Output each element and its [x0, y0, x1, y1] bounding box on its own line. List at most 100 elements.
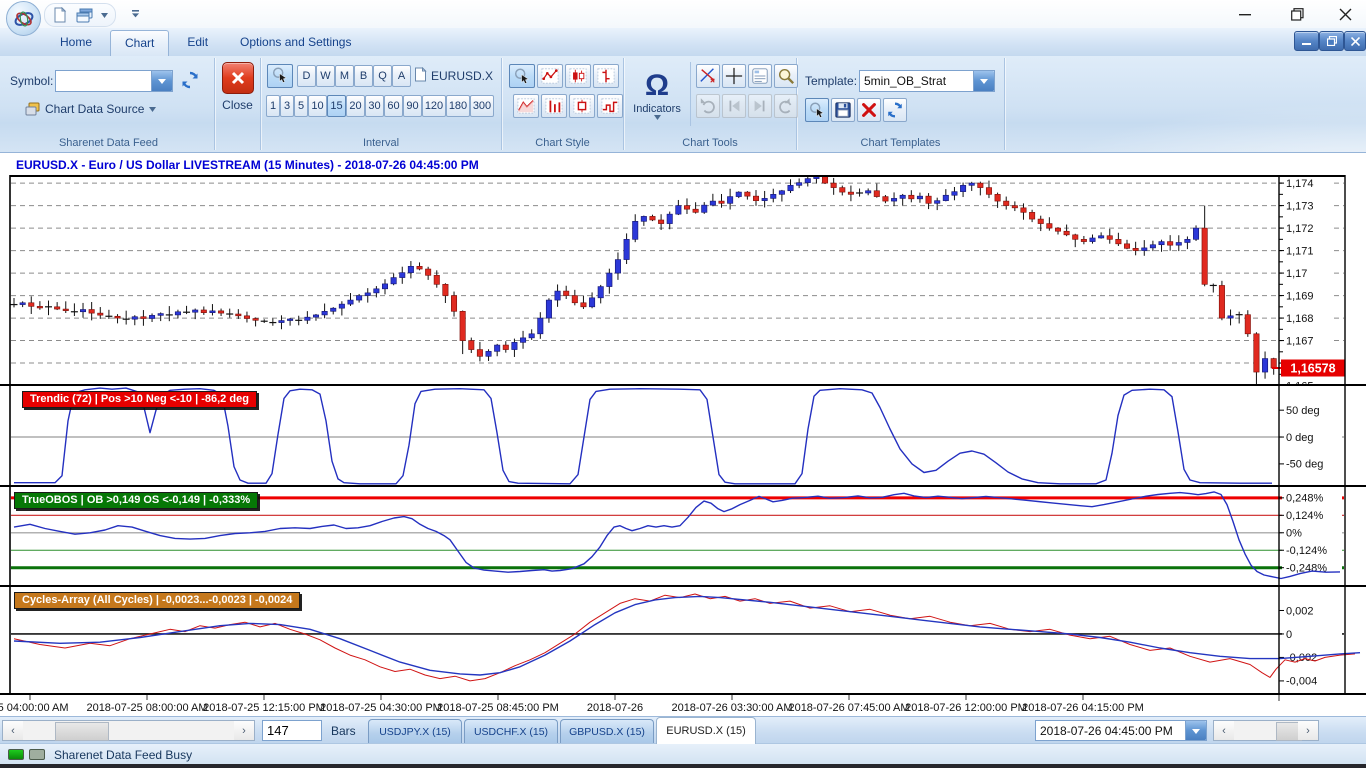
- app-logo-icon[interactable]: [6, 1, 41, 36]
- interval-button-5[interactable]: 5: [294, 95, 308, 117]
- interval-button-120[interactable]: 120: [422, 95, 446, 117]
- template-dropdown-button[interactable]: [973, 71, 994, 91]
- ribbon: Symbol: Chart Data Source Sharenet Data …: [0, 56, 1366, 153]
- period-button-Q[interactable]: Q: [373, 65, 392, 87]
- group-label: Chart Templates: [797, 137, 1004, 149]
- svg-text:0%: 0%: [1286, 528, 1302, 540]
- group-chart-tools: Ω Indicators Chart Tools: [624, 58, 797, 150]
- data-window-icon[interactable]: [748, 64, 772, 88]
- interval-button-15[interactable]: 15: [327, 95, 346, 117]
- pointer-zoom-icon[interactable]: [805, 98, 829, 122]
- zoom-icon[interactable]: [774, 64, 798, 88]
- window-bottom-edge: [0, 764, 1366, 768]
- chevron-down-icon[interactable]: [99, 6, 109, 24]
- interval-button-60[interactable]: 60: [384, 95, 403, 117]
- ribbon-tab-edit[interactable]: Edit: [173, 30, 222, 56]
- datetime-combobox[interactable]: 2018-07-26 04:45:00 PM: [1035, 720, 1207, 741]
- window-close-button[interactable]: [1328, 4, 1362, 24]
- x-axis-label: 25 04:00:00 AM: [0, 702, 69, 714]
- period-button-A[interactable]: A: [392, 65, 411, 87]
- secondary-scrollbar[interactable]: ‹ ›: [1213, 720, 1319, 741]
- svg-text:1,17: 1,17: [1286, 268, 1307, 280]
- trendic-label[interactable]: Trendic (72) | Pos >10 Neg <-10 | -86,2 …: [22, 391, 257, 408]
- datetime-dropdown-button[interactable]: [1185, 721, 1206, 740]
- ribbon-tab-options-and-settings[interactable]: Options and Settings: [226, 30, 365, 56]
- symbol-combobox[interactable]: [55, 70, 173, 92]
- trend-lines-icon[interactable]: [696, 64, 720, 88]
- x-axis: 25 04:00:00 AM 2018-07-25 08:00:00 AM 2018…: [0, 695, 1366, 716]
- svg-text:0,124%: 0,124%: [1286, 510, 1324, 522]
- title-bar: [0, 0, 1366, 28]
- interval-button-10[interactable]: 10: [308, 95, 327, 117]
- group-interval: EURUSD.X Interval DWMBQA1351015203060901…: [261, 58, 502, 150]
- chart-tab-eurusd[interactable]: EURUSD.X (15): [656, 717, 756, 744]
- workspace-minimize-button[interactable]: [1294, 31, 1319, 51]
- bars-count-input[interactable]: [262, 720, 322, 741]
- hollow-candle-icon[interactable]: [569, 94, 595, 118]
- template-label: Template:: [805, 74, 857, 88]
- trueobos-label[interactable]: TrueOBOS | OB >0,149 OS <-0,149 | -0,333…: [14, 492, 258, 509]
- period-button-M[interactable]: M: [335, 65, 354, 87]
- ribbon-tab-chart[interactable]: Chart: [110, 30, 169, 56]
- x-axis-label: 2018-07-26 12:00:00 PM: [905, 702, 1027, 714]
- svg-text:-0,004: -0,004: [1286, 676, 1317, 688]
- symbol-dropdown-button[interactable]: [151, 71, 172, 91]
- duplicate-window-icon[interactable]: [75, 6, 93, 24]
- ribbon-tab-home[interactable]: Home: [46, 30, 106, 56]
- redo-icon: [774, 94, 798, 118]
- interval-button-300[interactable]: 300: [470, 95, 494, 117]
- panel-price[interactable]: 1,1741,1731,1721,1711,171,1691,1681,1671…: [0, 175, 1366, 386]
- cycles-label[interactable]: Cycles-Array (All Cycles) | -0,0023...-0…: [14, 592, 300, 609]
- step-line-icon[interactable]: [597, 94, 623, 118]
- scroll-left-icon[interactable]: ‹: [3, 721, 23, 740]
- period-button-D[interactable]: D: [297, 65, 316, 87]
- scroll-left-icon[interactable]: ‹: [1214, 721, 1234, 740]
- new-document-icon[interactable]: [51, 6, 69, 24]
- scrollbar-thumb[interactable]: [55, 722, 109, 741]
- x-axis-label: 2018-07-25 08:00:00 AM: [86, 702, 207, 714]
- interval-button-1[interactable]: 1: [266, 95, 280, 117]
- svg-text:1,16578: 1,16578: [1290, 362, 1335, 376]
- svg-text:1,171: 1,171: [1286, 245, 1314, 257]
- candles-icon[interactable]: [565, 64, 591, 88]
- template-combobox[interactable]: 5min_OB_Strat: [859, 70, 995, 92]
- active-symbol-label: EURUSD.X: [431, 69, 493, 83]
- volume-bars-icon[interactable]: [541, 94, 567, 118]
- group-close: Close: [215, 58, 261, 150]
- customize-qat-icon[interactable]: [128, 7, 142, 21]
- chart-tab-usdjpy[interactable]: USDJPY.X (15): [368, 719, 462, 743]
- ribbon-tab-row: HomeChartEditOptions and Settings: [0, 28, 1366, 56]
- chart-horizontal-scrollbar[interactable]: ‹ ›: [2, 720, 255, 741]
- period-button-W[interactable]: W: [316, 65, 335, 87]
- save-icon[interactable]: [831, 98, 855, 122]
- period-button-B[interactable]: B: [354, 65, 373, 87]
- close-chart-button[interactable]: [222, 62, 254, 94]
- symbol-refresh-icon[interactable]: [181, 71, 199, 94]
- workspace-close-button[interactable]: [1344, 31, 1366, 51]
- indicators-button[interactable]: Ω Indicators: [628, 60, 686, 130]
- svg-text:1,172: 1,172: [1286, 223, 1314, 235]
- crosshair-icon[interactable]: [722, 64, 746, 88]
- mountain-line-icon[interactable]: [513, 94, 539, 118]
- interval-button-3[interactable]: 3: [280, 95, 294, 117]
- window-restore-button[interactable]: [1280, 4, 1314, 24]
- interval-pointer-button[interactable]: [267, 64, 293, 88]
- pointer-zoom-icon[interactable]: [509, 64, 535, 88]
- delete-x-icon[interactable]: [857, 98, 881, 122]
- chart-tab-gbpusd[interactable]: GBPUSD.X (15): [560, 719, 654, 743]
- scroll-right-icon[interactable]: ›: [234, 721, 254, 740]
- chart-data-source-button[interactable]: Chart Data Source: [25, 102, 156, 116]
- interval-button-180[interactable]: 180: [446, 95, 470, 117]
- chart-tab-usdchf[interactable]: USDCHF.X (15): [464, 719, 558, 743]
- interval-button-90[interactable]: 90: [403, 95, 422, 117]
- interval-button-30[interactable]: 30: [365, 95, 384, 117]
- line-markers-icon[interactable]: [537, 64, 563, 88]
- refresh-icon[interactable]: [883, 98, 907, 122]
- ohlc-bar-icon[interactable]: [593, 64, 619, 88]
- window-minimize-button[interactable]: [1228, 4, 1262, 24]
- svg-text:1,167: 1,167: [1286, 335, 1314, 347]
- workspace-restore-button[interactable]: [1319, 31, 1344, 51]
- interval-button-20[interactable]: 20: [346, 95, 365, 117]
- ribbon-tabs: HomeChartEditOptions and Settings: [46, 30, 365, 56]
- scroll-right-icon[interactable]: ›: [1298, 721, 1318, 740]
